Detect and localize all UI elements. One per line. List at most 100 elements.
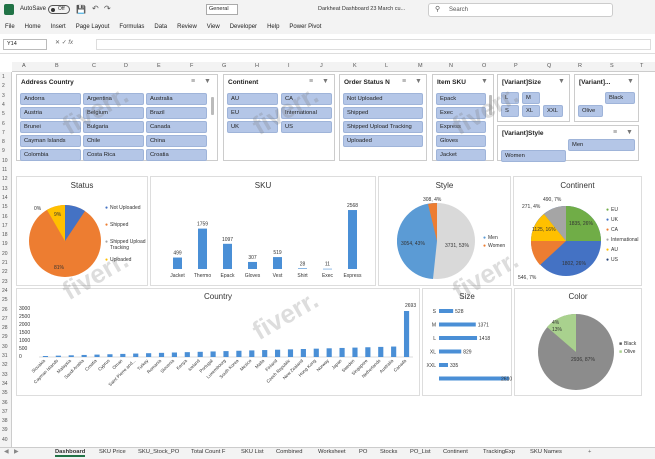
menu-data[interactable]: Data xyxy=(149,20,172,34)
prev-sheet-icon[interactable]: ◀ xyxy=(4,449,8,455)
chart-size[interactable]: Size S 528 M 1371 L 1418 XL 829 XXL 335 2610 xyxy=(422,288,512,396)
row-header[interactable]: 10 xyxy=(2,158,8,164)
slicer-item[interactable]: Costa Rica xyxy=(83,149,144,161)
column-header[interactable]: R xyxy=(578,63,582,69)
row-header[interactable]: 3 xyxy=(2,93,5,99)
row-header[interactable]: 7 xyxy=(2,130,5,136)
multi-select-icon[interactable]: ≡ xyxy=(402,78,406,85)
slicer-item[interactable]: Australia xyxy=(146,93,207,105)
row-header[interactable]: 4 xyxy=(2,102,5,108)
menu-view[interactable]: View xyxy=(202,20,225,34)
slicer-item[interactable]: Uploaded xyxy=(343,135,423,147)
row-header[interactable]: 19 xyxy=(2,241,8,247)
row-header[interactable]: 33 xyxy=(2,372,8,378)
column-header[interactable]: D xyxy=(124,63,128,69)
row-header[interactable]: 12 xyxy=(2,176,8,182)
row-header[interactable]: 30 xyxy=(2,344,8,350)
tab-sku-stock-po[interactable]: SKU_Stock_PO xyxy=(138,449,179,455)
column-header[interactable]: Q xyxy=(547,63,551,69)
chart-sku[interactable]: SKU 499 Jacket 1759 Thermo 1097 Epack 307 Glove… xyxy=(150,176,376,286)
save-icon[interactable]: 💾 xyxy=(76,5,86,14)
menu-home[interactable]: Home xyxy=(20,20,46,34)
clear-filter-icon[interactable]: ▼ xyxy=(481,78,488,85)
row-header[interactable]: 13 xyxy=(2,186,8,192)
slicer-item[interactable]: Shipped xyxy=(343,107,423,119)
row-header[interactable]: 21 xyxy=(2,260,8,266)
slicer-scrollbar[interactable] xyxy=(211,97,214,115)
clear-filter-icon[interactable]: ▼ xyxy=(558,78,565,85)
row-header[interactable]: 18 xyxy=(2,232,8,238)
tab-dashboard[interactable]: Dashboard xyxy=(55,449,86,457)
slicer-item[interactable]: Canada xyxy=(146,121,207,133)
add-sheet-icon[interactable]: + xyxy=(588,449,591,455)
column-header[interactable]: L xyxy=(385,63,388,69)
column-header[interactable]: G xyxy=(222,63,226,69)
slicer-item[interactable]: Olive xyxy=(578,105,603,117)
tab-sku-names[interactable]: SKU Names xyxy=(530,449,562,455)
slicer-item[interactable]: Chile xyxy=(83,135,144,147)
slicer-item[interactable]: Men xyxy=(568,139,635,151)
tab-tracking-exp[interactable]: TrackingExp xyxy=(483,449,515,455)
next-sheet-icon[interactable]: ▶ xyxy=(14,449,18,455)
row-header[interactable]: 23 xyxy=(2,279,8,285)
row-header[interactable]: 35 xyxy=(2,390,8,396)
menu-developer[interactable]: Developer xyxy=(225,20,262,34)
row-header[interactable]: 14 xyxy=(2,195,8,201)
multi-select-icon[interactable]: ≡ xyxy=(613,129,617,136)
slicer-item[interactable]: XL xyxy=(522,105,540,117)
slicer-item[interactable]: China xyxy=(146,135,207,147)
name-box[interactable]: Y14 xyxy=(3,39,47,50)
column-header[interactable]: S xyxy=(610,63,614,69)
clear-filter-icon[interactable]: ▼ xyxy=(322,78,329,85)
tab-po-list[interactable]: PO_List xyxy=(410,449,431,455)
row-header[interactable]: 39 xyxy=(2,427,8,433)
undo-icon[interactable]: ↶ xyxy=(92,4,99,13)
column-header[interactable]: P xyxy=(514,63,518,69)
column-header[interactable]: N xyxy=(449,63,453,69)
row-header[interactable]: 31 xyxy=(2,353,8,359)
row-header[interactable]: 22 xyxy=(2,269,8,275)
menu-insert[interactable]: Insert xyxy=(46,20,71,34)
column-header[interactable]: A xyxy=(22,63,26,69)
formula-input[interactable] xyxy=(96,39,651,50)
menu-formulas[interactable]: Formulas xyxy=(114,20,149,34)
slicer-item[interactable]: Croatia xyxy=(146,149,207,161)
slicer-item[interactable]: Shipped Upload Tracking xyxy=(343,121,423,133)
redo-icon[interactable]: ↷ xyxy=(104,4,111,13)
column-header[interactable]: H xyxy=(255,63,259,69)
multi-select-icon[interactable]: ≡ xyxy=(191,78,195,85)
row-header[interactable]: 24 xyxy=(2,288,8,294)
clear-filter-icon[interactable]: ▼ xyxy=(415,78,422,85)
clear-filter-icon[interactable]: ▼ xyxy=(627,78,634,85)
tab-sku-list[interactable]: SKU List xyxy=(241,449,264,455)
clear-filter-icon[interactable]: ▼ xyxy=(204,78,211,85)
tab-total-count[interactable]: Total Count F xyxy=(191,449,225,455)
row-header[interactable]: 2 xyxy=(2,83,5,89)
row-header[interactable]: 17 xyxy=(2,223,8,229)
row-header[interactable]: 37 xyxy=(2,409,8,415)
column-header[interactable]: B xyxy=(55,63,59,69)
column-header[interactable]: C xyxy=(92,63,96,69)
tab-continent[interactable]: Continent xyxy=(443,449,468,455)
row-header[interactable]: 20 xyxy=(2,251,8,257)
tab-worksheet[interactable]: Worksheet xyxy=(318,449,346,455)
number-format-dropdown[interactable]: General xyxy=(206,4,238,15)
row-header[interactable]: 29 xyxy=(2,334,8,340)
menu-page-layout[interactable]: Page Layout xyxy=(71,20,115,34)
row-header[interactable]: 26 xyxy=(2,307,8,313)
menu-review[interactable]: Review xyxy=(172,20,202,34)
column-header[interactable]: M xyxy=(418,63,423,69)
menu-file[interactable]: File xyxy=(0,20,20,34)
row-header[interactable]: 34 xyxy=(2,381,8,387)
slicer-item[interactable]: Andorra xyxy=(20,93,81,105)
row-header[interactable]: 25 xyxy=(2,297,8,303)
autosave-toggle[interactable]: Off xyxy=(48,5,70,14)
slicer-item[interactable]: Jacket xyxy=(436,149,486,161)
slicer-item[interactable]: Women xyxy=(501,150,566,162)
row-header[interactable]: 9 xyxy=(2,148,5,154)
clear-filter-icon[interactable]: ▼ xyxy=(626,129,633,136)
column-header[interactable]: J xyxy=(320,63,323,69)
column-header[interactable]: K xyxy=(353,63,357,69)
row-header[interactable]: 11 xyxy=(2,167,7,173)
slicer-item[interactable]: XXL xyxy=(543,105,563,117)
